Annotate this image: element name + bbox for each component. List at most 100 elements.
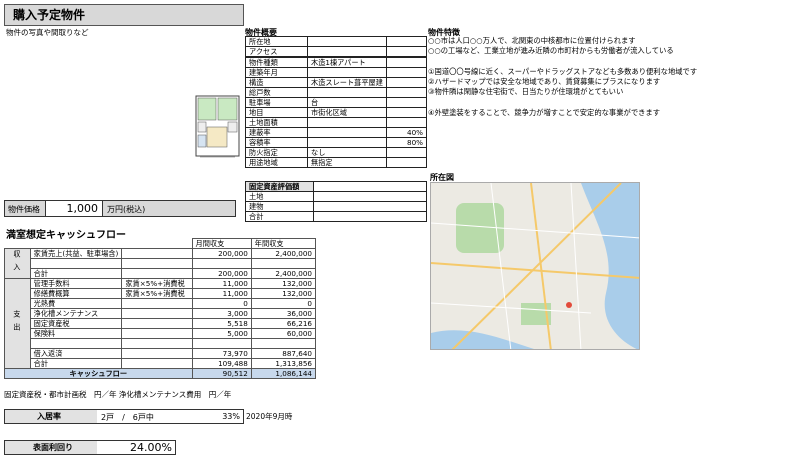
overview-label: 所在地 bbox=[245, 36, 308, 47]
cashflow-item-label: 管理手数料 bbox=[29, 278, 123, 289]
cashflow-year-value: 0 bbox=[250, 298, 317, 309]
occupancy-date: 2020年9月時 bbox=[246, 412, 293, 421]
cashflow-row: 保険料 5,000 60,000 bbox=[5, 328, 317, 339]
cashflow-item-note bbox=[121, 328, 193, 339]
price-value: 1,000 bbox=[45, 201, 103, 216]
occupancy-label: 入居率 bbox=[5, 410, 97, 423]
location-map bbox=[430, 182, 640, 350]
overview-label: 防火指定 bbox=[245, 147, 308, 158]
cashflow-item-label: 借入返済 bbox=[29, 348, 123, 359]
cashflow-month-value: 109,488 bbox=[191, 358, 252, 369]
cashflow-item-note bbox=[121, 338, 193, 349]
cashflow-year-value: 66,216 bbox=[250, 318, 317, 329]
cashflow-month-value: 5,518 bbox=[191, 318, 252, 329]
overview-label: アクセス bbox=[245, 46, 308, 57]
cashflow-item-label: 修繕費概算 bbox=[29, 288, 123, 299]
overview-value2 bbox=[385, 87, 428, 98]
overview-value bbox=[307, 67, 387, 78]
cashflow-item-note: 家賃×5%+消費税 bbox=[121, 278, 193, 289]
cashflow-footnote: 固定資産税・都市計画税 円／年 浄化槽メンテナンス費用 円／年 bbox=[4, 390, 232, 399]
overview-value2 bbox=[385, 147, 428, 158]
cashflow-item-label: 家賃売上(共益、駐車場含) bbox=[29, 248, 123, 259]
assessment-heading: 固定資産評価額 bbox=[245, 181, 314, 192]
overview-label: 地目 bbox=[245, 107, 308, 118]
assessment-table: 固定資産評価額 土地 建物 合計 bbox=[245, 181, 428, 222]
cashflow-year-value: 2,400,000 bbox=[250, 268, 317, 279]
cashflow-item-note bbox=[121, 268, 193, 279]
yield-label: 表面利回り bbox=[5, 441, 97, 454]
overview-label: 建蔽率 bbox=[245, 127, 308, 138]
overview-value2 bbox=[385, 117, 428, 128]
overview-label: 総戸数 bbox=[245, 87, 308, 98]
photo-label: 物件の写真や間取りなど bbox=[6, 28, 89, 37]
cashflow-month-value: 11,000 bbox=[191, 288, 252, 299]
overview-row: 地目 市街化区域 bbox=[245, 107, 428, 118]
overview-row: 総戸数 bbox=[245, 87, 428, 98]
cashflow-row bbox=[5, 338, 317, 349]
price-label: 物件価格 bbox=[8, 205, 40, 214]
cashflow-total-year: 1,086,144 bbox=[250, 368, 317, 379]
overview-row: 建築年月 bbox=[245, 67, 428, 78]
cashflow-month-value bbox=[191, 258, 252, 269]
cashflow-item-label: 光熱費 bbox=[29, 298, 123, 309]
overview-value2 bbox=[385, 36, 428, 47]
map-image bbox=[431, 183, 639, 349]
overview-value bbox=[307, 46, 387, 57]
overview-value bbox=[307, 87, 387, 98]
cashflow-total-row: キャッシュフロー 90,512 1,086,144 bbox=[4, 368, 317, 379]
cashflow-year-value bbox=[250, 258, 317, 269]
overview-table: 所在地 アクセス 物件種類 木造1棟アパート 建築年月 構造 木造スレート葺平屋建 総戸数 駐車… bbox=[245, 36, 428, 168]
overview-value bbox=[307, 117, 387, 128]
cashflow-row: 光熱費 0 0 bbox=[5, 298, 317, 309]
cashflow-row: 浄化槽メンテナンス 3,000 36,000 bbox=[5, 308, 317, 319]
overview-value bbox=[307, 127, 387, 138]
cashflow-total-month: 90,512 bbox=[191, 368, 252, 379]
cashflow-item-label: 浄化槽メンテナンス bbox=[29, 308, 123, 319]
overview-value: 台 bbox=[307, 97, 387, 108]
cashflow-month-value bbox=[191, 338, 252, 349]
cashflow-year-value: 2,400,000 bbox=[250, 248, 317, 259]
cashflow-year-value: 1,313,856 bbox=[250, 358, 317, 369]
overview-value2: 80% bbox=[385, 137, 428, 148]
col-month: 月間収支 bbox=[191, 238, 252, 249]
overview-value2 bbox=[385, 77, 428, 88]
overview-row: 駐車場台 bbox=[245, 97, 428, 108]
yield-value: 24.00% bbox=[130, 441, 172, 454]
overview-value2 bbox=[385, 107, 428, 118]
overview-value2 bbox=[385, 46, 428, 57]
price-box: 物件価格 1,000 万円(税込) bbox=[4, 200, 236, 217]
occupancy-percent: 33% bbox=[222, 412, 240, 421]
cashflow-row: 借入返済 73,970 887,640 bbox=[5, 348, 317, 359]
cashflow-year-value: 132,000 bbox=[250, 288, 317, 299]
cashflow-year-value: 60,000 bbox=[250, 328, 317, 339]
overview-row: 物件種類 木造1棟アパート bbox=[245, 57, 428, 68]
cashflow-total-label: キャッシュフロー bbox=[4, 368, 193, 379]
cashflow-item-note bbox=[121, 298, 193, 309]
feature-line: ①国道〇〇号線に近く、スーパーやドラッグストアなども多数あり便利な地域です bbox=[428, 66, 698, 76]
cashflow-year-value: 132,000 bbox=[250, 278, 317, 289]
overview-value: 木造スレート葺平屋建 bbox=[307, 77, 387, 88]
cashflow-month-value: 200,000 bbox=[191, 248, 252, 259]
overview-label: 構造 bbox=[245, 77, 308, 88]
overview-value bbox=[307, 137, 387, 148]
cashflow-year-value: 36,000 bbox=[250, 308, 317, 319]
cashflow-row: 収入 家賃売上(共益、駐車場含) 200,000 2,400,000 bbox=[4, 248, 317, 279]
overview-value2 bbox=[385, 67, 428, 78]
feature-line bbox=[428, 57, 788, 67]
overview-label: 用途地域 bbox=[245, 157, 308, 168]
overview-label: 物件種類 bbox=[245, 57, 308, 68]
overview-row: 建蔽率 40% bbox=[245, 127, 428, 138]
feature-line: ②ハザードマップでは安全な地域であり、賃貸募集にプラスになります bbox=[428, 77, 661, 87]
cashflow-item-label: 保険料 bbox=[29, 328, 123, 339]
overview-value2 bbox=[385, 57, 428, 68]
page-title: 購入予定物件 bbox=[4, 4, 244, 26]
cashflow-row: 固定資産税 5,518 66,216 bbox=[5, 318, 317, 329]
overview-row: アクセス bbox=[245, 46, 428, 57]
cashflow-item-note bbox=[121, 308, 193, 319]
feature-line: ○○市は人口○○万人で、北関東の中核都市に位置付けられます bbox=[428, 36, 636, 45]
overview-row: 土地面積 bbox=[245, 117, 428, 128]
feature-line: ③物件隣は閑静な住宅街で、日当たりが住環境がとてもいい bbox=[428, 87, 624, 97]
overview-value: 無指定 bbox=[307, 157, 387, 168]
overview-row: 構造 木造スレート葺平屋建 bbox=[245, 77, 428, 88]
cashflow-item-note bbox=[121, 318, 193, 329]
